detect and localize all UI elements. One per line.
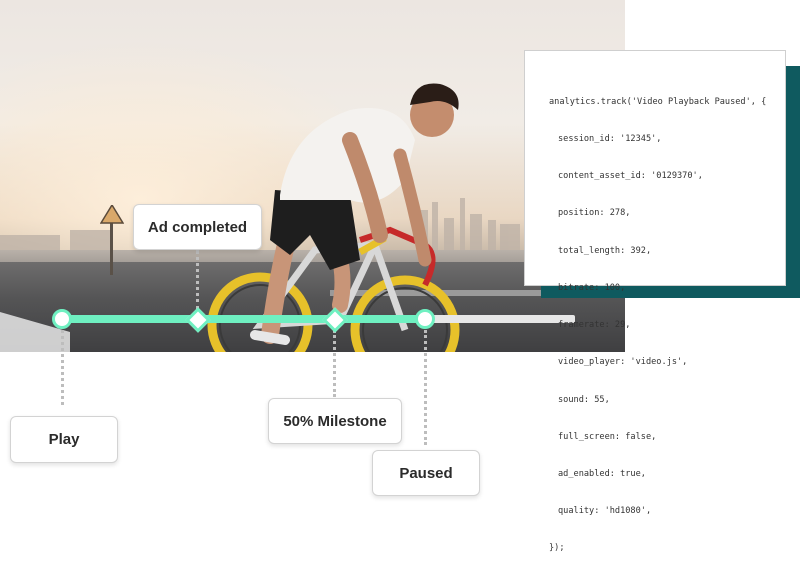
connector-paused xyxy=(424,330,427,445)
code-line: }); xyxy=(549,543,565,554)
event-label-ad-completed: Ad completed xyxy=(133,204,262,250)
code-line: sound: 55, xyxy=(558,394,610,405)
road-sign-icon xyxy=(100,205,124,275)
event-label-milestone-text: 50% Milestone xyxy=(283,412,387,430)
playback-progress xyxy=(55,315,425,323)
event-label-ad-completed-text: Ad completed xyxy=(147,218,248,236)
code-line: analytics.track('Video Playback Paused',… xyxy=(549,96,767,107)
paused-marker[interactable] xyxy=(415,309,435,329)
code-line: session_id: '12345', xyxy=(558,134,662,145)
analytics-code-panel: analytics.track('Video Playback Paused',… xyxy=(524,50,786,553)
connector-ad-completed xyxy=(196,250,199,310)
code-line: ad_enabled: true, xyxy=(558,469,646,479)
code-line: full_screen: false, xyxy=(558,431,657,442)
code-line: framerate: 29, xyxy=(558,320,631,331)
code-line: content_asset_id: '0129370', xyxy=(558,171,703,182)
event-label-paused: Paused xyxy=(372,450,480,496)
code-line: quality: 'hd1080', xyxy=(558,506,652,517)
event-label-play: Play xyxy=(10,416,118,463)
code-line: bitrate: 100, xyxy=(558,282,626,293)
event-label-paused-text: Paused xyxy=(399,464,453,482)
event-label-milestone: 50% Milestone xyxy=(268,398,402,444)
connector-milestone xyxy=(333,330,336,397)
code-line: total_length: 392, xyxy=(558,245,652,256)
playback-timeline[interactable] xyxy=(55,315,575,323)
event-label-play-text: Play xyxy=(48,431,80,448)
code-line: video_player: 'video.js', xyxy=(558,357,688,368)
code-line: position: 278, xyxy=(558,208,631,219)
connector-play xyxy=(61,330,64,405)
play-marker[interactable] xyxy=(52,309,72,329)
